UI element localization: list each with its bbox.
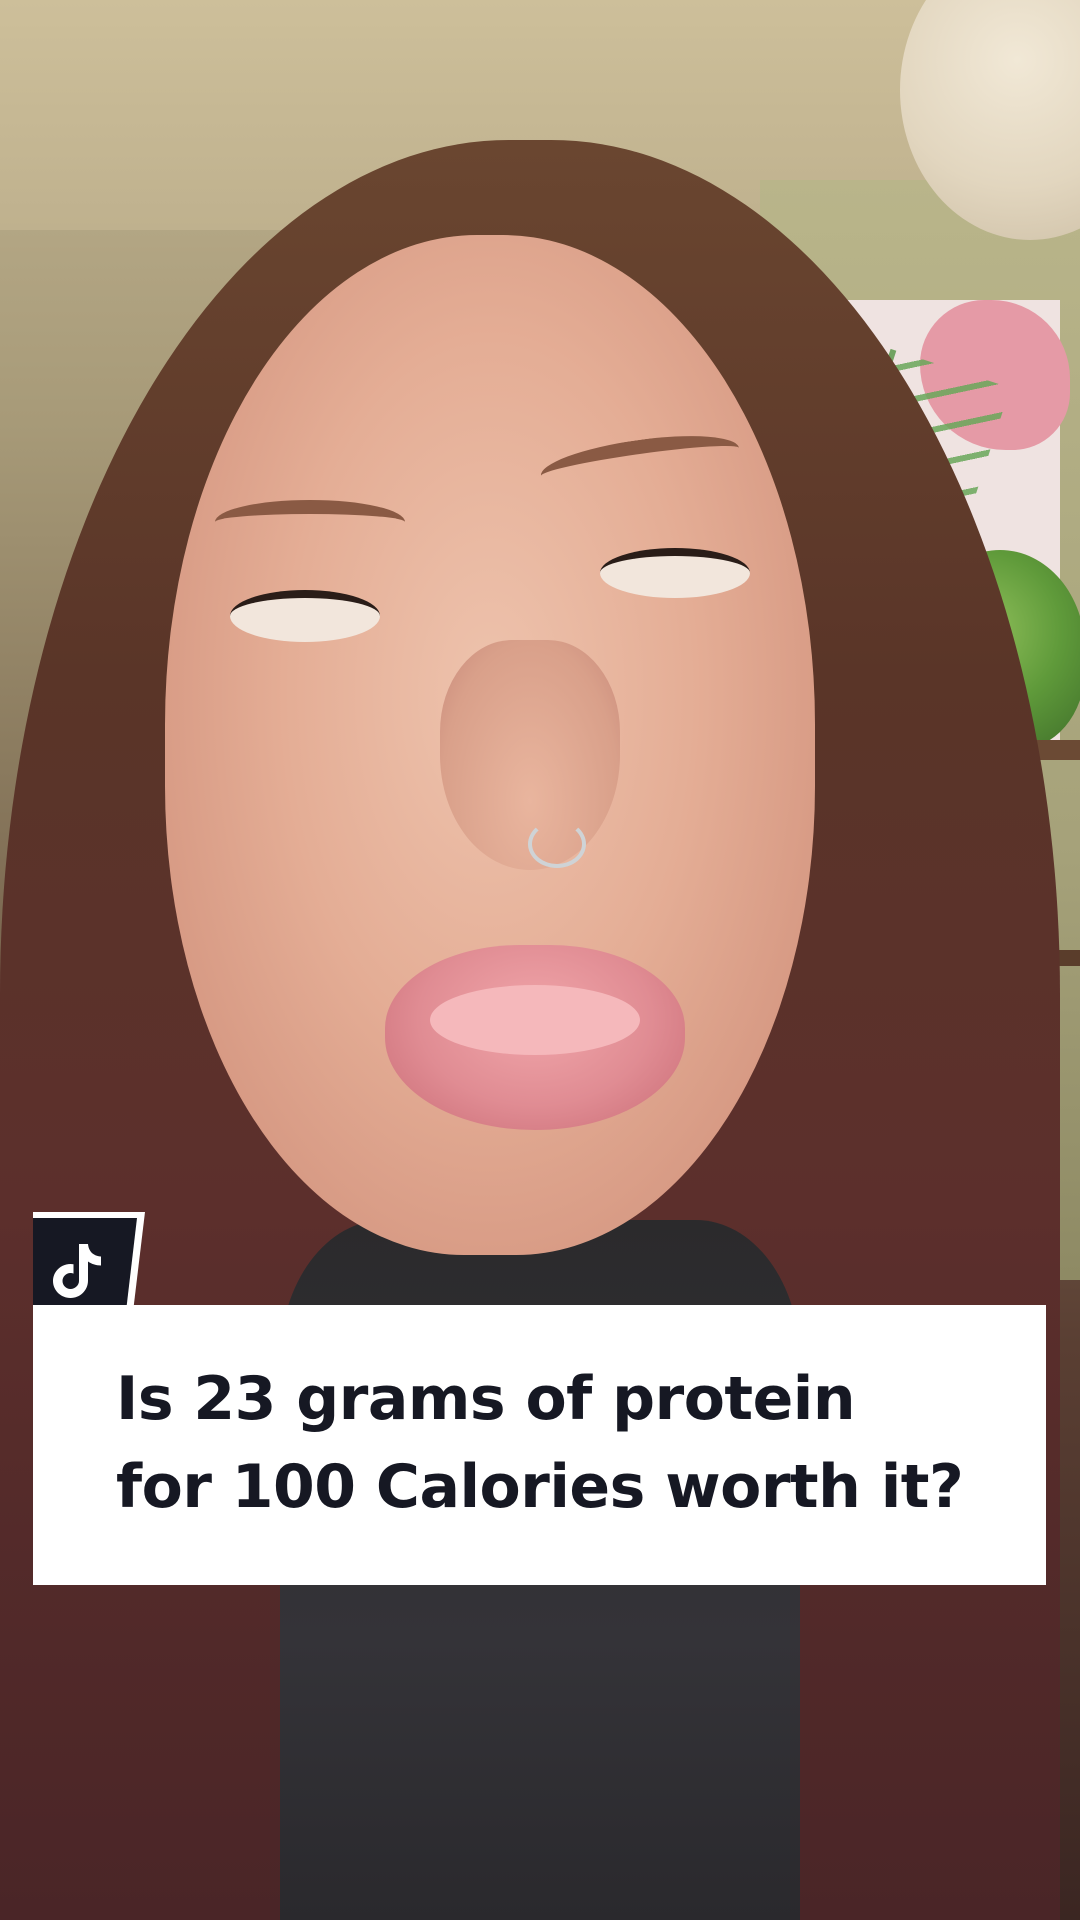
- video-player[interactable]: Is 23 grams of protein for 100 Calories …: [0, 0, 1080, 1920]
- caption-card: Is 23 grams of protein for 100 Calories …: [33, 1305, 1046, 1585]
- video-frame: [0, 0, 1080, 1920]
- tiktok-logo-icon: [53, 1244, 101, 1298]
- nose-ring: [528, 820, 586, 868]
- left-eyebrow: [215, 500, 405, 544]
- right-eye: [600, 548, 750, 598]
- left-eye: [230, 590, 380, 642]
- caption-text: Is 23 grams of protein for 100 Calories …: [116, 1364, 964, 1522]
- tongue: [430, 985, 640, 1055]
